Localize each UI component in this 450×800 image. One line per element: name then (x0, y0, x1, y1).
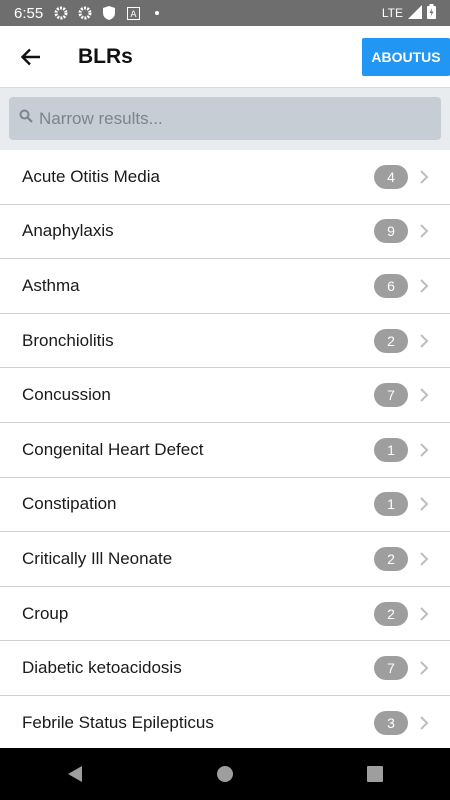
count-badge: 7 (374, 656, 408, 681)
list-item[interactable]: Bronchiolitis 2 (0, 314, 450, 369)
search-bar (0, 88, 450, 150)
chevron-right-icon (418, 387, 430, 403)
battery-icon (427, 4, 436, 22)
list-item[interactable]: Asthma 6 (0, 259, 450, 314)
list-item[interactable]: Diabetic ketoacidosis 7 (0, 641, 450, 696)
search-icon (19, 109, 33, 128)
list-item[interactable]: Concussion 7 (0, 368, 450, 423)
chevron-right-icon (418, 715, 430, 731)
chevron-right-icon (418, 169, 430, 185)
list-item[interactable]: Critically Ill Neonate 2 (0, 532, 450, 587)
count-badge: 4 (374, 164, 408, 189)
list-item-label: Croup (22, 603, 69, 623)
list-item[interactable]: Febrile Status Epilepticus 3 (0, 696, 450, 748)
a-icon: A (125, 5, 141, 21)
nav-recents-button[interactable] (345, 748, 405, 800)
count-badge: 7 (374, 383, 408, 408)
triangle-back-icon (68, 766, 82, 782)
list-item-label: Acute Otitis Media (22, 166, 160, 186)
chevron-right-icon (418, 551, 430, 567)
chevron-right-icon (418, 496, 430, 512)
status-bar: 6:55 A LTE (0, 0, 450, 26)
list-item[interactable]: Acute Otitis Media 4 (0, 150, 450, 205)
count-badge: 2 (374, 546, 408, 571)
svg-text:A: A (130, 10, 137, 20)
square-recents-icon (367, 766, 383, 782)
signal-icon (408, 4, 422, 22)
count-badge: 3 (374, 710, 408, 735)
list-item-label: Constipation (22, 494, 117, 514)
chevron-right-icon (418, 278, 430, 294)
shield-icon (101, 5, 117, 21)
chevron-right-icon (418, 223, 430, 239)
gear-icon (77, 5, 93, 21)
network-label: LTE (381, 6, 403, 20)
list-item-label: Diabetic ketoacidosis (22, 658, 182, 678)
gear-icon (53, 5, 69, 21)
arrow-left-icon (21, 48, 40, 65)
search-input[interactable] (37, 107, 421, 130)
chevron-right-icon (418, 606, 430, 622)
list-item-label: Congenital Heart Defect (22, 439, 204, 459)
list-item-label: Concussion (22, 385, 111, 405)
system-nav-bar (0, 748, 450, 800)
count-badge: 6 (374, 273, 408, 298)
count-badge: 2 (374, 601, 408, 626)
topic-list: Acute Otitis Media 4 Anaphylaxis 9 Asthm… (0, 150, 450, 748)
chevron-right-icon (418, 660, 430, 676)
list-item-label: Febrile Status Epilepticus (22, 712, 214, 732)
circle-home-icon (217, 766, 233, 782)
status-time: 6:55 (14, 4, 44, 22)
count-badge: 1 (374, 437, 408, 462)
list-item-label: Anaphylaxis (22, 221, 114, 241)
page-title: BLRs (78, 44, 133, 68)
back-button[interactable] (0, 26, 62, 88)
list-item-label: Asthma (22, 275, 80, 295)
count-badge: 1 (374, 492, 408, 517)
dot-icon (149, 5, 165, 21)
nav-home-button[interactable] (195, 748, 255, 800)
about-us-button[interactable]: ABOUTUS (362, 38, 450, 76)
list-item[interactable]: Congenital Heart Defect 1 (0, 423, 450, 478)
list-item-label: Bronchiolitis (22, 330, 114, 350)
nav-back-button[interactable] (45, 748, 105, 800)
chevron-right-icon (418, 442, 430, 458)
list-item-label: Critically Ill Neonate (22, 548, 173, 568)
list-item[interactable]: Constipation 1 (0, 478, 450, 533)
chevron-right-icon (418, 333, 430, 349)
app-bar: BLRs ABOUTUS (0, 26, 450, 88)
count-badge: 9 (374, 219, 408, 244)
status-right: LTE (382, 4, 436, 22)
count-badge: 2 (374, 328, 408, 353)
search-field[interactable] (9, 97, 441, 140)
list-item[interactable]: Croup 2 (0, 587, 450, 642)
list-item[interactable]: Anaphylaxis 9 (0, 205, 450, 260)
